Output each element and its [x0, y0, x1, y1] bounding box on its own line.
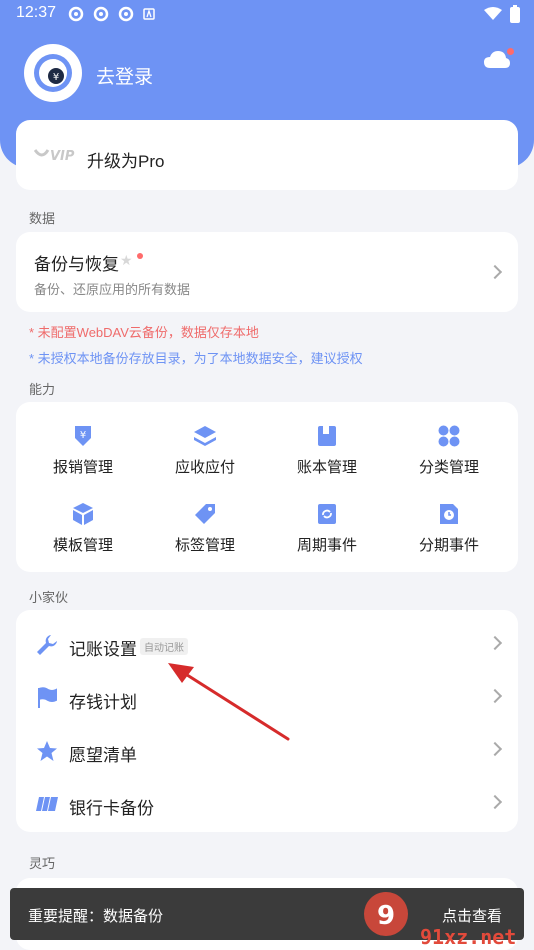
ability-item-ledger[interactable]: 账本管理 — [267, 424, 387, 477]
backup-restore-card[interactable]: 备份与恢复 ★ 备份、还原应用的所有数据 — [16, 232, 518, 312]
avatar[interactable]: ¥ — [24, 44, 82, 102]
card-icon — [36, 797, 58, 811]
status-bar: 12:37 — [0, 0, 534, 28]
flag-icon — [38, 687, 57, 708]
upgrade-pro-card[interactable]: VIP 升级为Pro — [16, 120, 518, 190]
svg-text:91xz.net: 91xz.net — [420, 925, 516, 949]
webdav-warning[interactable]: * 未配置WebDAV云备份，数据仅存本地 — [29, 322, 259, 341]
star-icon: ★ — [120, 252, 133, 268]
section-title-ability: 能力 — [29, 382, 56, 397]
ability-item-reimburse[interactable]: ¥ 报销管理 — [23, 424, 143, 477]
app-logo-icon: ¥ — [34, 54, 72, 92]
svg-text:¥: ¥ — [80, 430, 86, 441]
chevron-right-icon — [487, 794, 503, 810]
ability-item-label: 周期事件 — [296, 537, 357, 554]
ability-card: ¥ 报销管理 应收应付 账本管理 分类管理 模板管理 标签管理 周期事件 分期事… — [16, 402, 518, 572]
category-grid-icon — [438, 425, 460, 447]
ability-item-label: 模板管理 — [52, 537, 113, 554]
login-link[interactable]: 去登录 — [96, 62, 153, 89]
chevron-right-icon — [487, 688, 503, 704]
ability-item-tag[interactable]: 标签管理 — [145, 502, 265, 555]
chevron-right-icon — [487, 264, 503, 280]
list-item-label: 愿望清单 — [69, 746, 137, 765]
cube-icon — [73, 503, 93, 525]
ability-item-label: 标签管理 — [174, 537, 235, 554]
badge-dot — [137, 253, 143, 259]
cycle-icon — [318, 504, 336, 524]
toast-message: 重要提醒：数据备份 — [28, 908, 164, 925]
book-icon — [318, 426, 336, 446]
auto-accounting-tag: 自动记账 — [140, 638, 188, 655]
clock-file-icon — [440, 504, 458, 524]
app-notification-icon — [143, 8, 155, 20]
cloud-badge-dot — [507, 48, 514, 55]
chevron-right-icon — [487, 741, 503, 757]
ability-item-label: 账本管理 — [296, 459, 357, 476]
watermark-logo: 9 91xz.net — [364, 892, 516, 949]
list-item-label: 记账设置 — [69, 640, 137, 659]
backup-subtitle: 备份、还原应用的所有数据 — [34, 282, 191, 297]
ability-item-label: 分类管理 — [418, 459, 479, 476]
annotation-arrow — [168, 663, 290, 741]
ability-item-label: 应收应付 — [174, 459, 235, 476]
star-icon — [37, 741, 57, 761]
reimburse-icon: ¥ — [75, 426, 91, 446]
wifi-icon — [484, 7, 502, 20]
backup-title: 备份与恢复 — [34, 255, 119, 274]
battery-icon — [510, 5, 520, 23]
list-item-label: 银行卡备份 — [69, 799, 154, 818]
section-title-buddy: 小家伙 — [29, 590, 69, 605]
ability-item-category[interactable]: 分类管理 — [389, 424, 509, 477]
section-title-data: 数据 — [29, 211, 56, 226]
notification-icon — [93, 6, 109, 22]
ability-item-label: 报销管理 — [52, 459, 113, 476]
tag-icon — [195, 504, 215, 524]
list-item-bank-card-backup[interactable]: 银行卡备份 — [16, 777, 518, 829]
ability-item-label: 分期事件 — [418, 537, 479, 554]
notification-icon — [118, 6, 134, 22]
chevron-right-icon — [487, 635, 503, 651]
svg-text:¥: ¥ — [53, 72, 59, 83]
status-time: 12:37 — [16, 4, 57, 21]
ability-item-template[interactable]: 模板管理 — [23, 502, 143, 555]
upgrade-pro-label: 升级为Pro — [87, 152, 165, 171]
svg-text:VIP: VIP — [50, 149, 75, 164]
vip-icon: VIP — [34, 149, 75, 164]
local-auth-warning[interactable]: * 未授权本地备份存放目录，为了本地数据安全，建议授权 — [29, 348, 363, 367]
wrench-icon — [37, 635, 57, 655]
ability-item-installment[interactable]: 分期事件 — [389, 502, 509, 555]
notification-icon — [68, 6, 84, 22]
list-item-label: 存钱计划 — [69, 693, 137, 712]
ability-item-receivable[interactable]: 应收应付 — [145, 424, 265, 477]
layers-icon — [194, 426, 216, 446]
section-title-lingqiao: 灵巧 — [29, 856, 56, 871]
svg-text:9: 9 — [377, 901, 395, 931]
ability-item-cycle[interactable]: 周期事件 — [267, 502, 387, 555]
